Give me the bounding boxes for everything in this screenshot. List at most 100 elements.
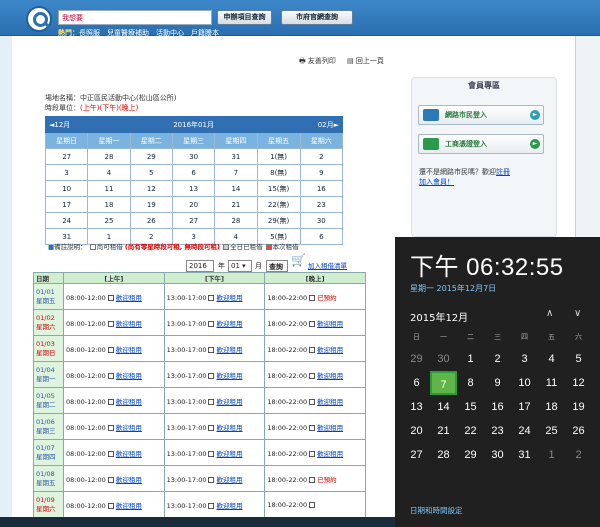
flyout-day[interactable]: 2 [484,347,511,371]
flyout-day[interactable]: 29 [457,443,484,467]
flyout-day[interactable]: 12 [565,371,592,395]
slot-checkbox[interactable] [107,450,114,457]
welcome-rent-link[interactable]: 歡迎租用 [116,450,142,458]
calendar-day[interactable]: 1(無) [256,148,301,165]
slot-checkbox[interactable] [309,398,316,405]
calendar-day[interactable]: 23 [299,196,344,213]
calendar-day[interactable]: 27 [171,212,216,229]
calendar-day[interactable]: 24 [44,212,89,229]
welcome-rent-link[interactable]: 歡迎租用 [116,346,142,354]
welcome-rent-link[interactable]: 歡迎租用 [116,320,142,328]
slot-checkbox[interactable] [107,398,114,405]
slot-checkbox[interactable] [309,320,316,327]
slot-checkbox[interactable] [107,346,114,353]
flyout-day[interactable]: 2 [565,443,592,467]
slot-checkbox[interactable] [309,424,316,431]
welcome-rent-link[interactable]: 歡迎租用 [116,476,142,484]
datetime-settings-link[interactable]: 日期和時間設定 [410,505,463,516]
welcome-rent-link[interactable]: 歡迎租用 [216,424,242,432]
calendar-day[interactable]: 7 [214,164,258,181]
slot-checkbox[interactable] [208,398,215,405]
welcome-rent-link[interactable]: 歡迎租用 [116,424,142,432]
calendar-day[interactable]: 19 [129,196,173,213]
welcome-rent-link[interactable]: 歡迎租用 [216,372,242,380]
slot-checkbox[interactable] [309,372,316,379]
calendar-day[interactable]: 29 [129,148,173,165]
clock-date-link[interactable]: 星期一 2015年12月7日 [410,283,496,294]
flyout-day[interactable]: 19 [565,395,592,419]
slot-checkbox[interactable] [208,320,215,327]
flyout-day[interactable]: 15 [457,395,484,419]
calendar-day[interactable]: 6 [171,164,216,181]
calendar-day[interactable]: 2 [299,148,344,165]
flyout-day[interactable]: 1 [538,443,565,467]
back-link[interactable]: 回上一頁 [356,57,384,65]
welcome-rent-link[interactable]: 歡迎租用 [116,294,142,302]
slot-checkbox[interactable] [107,372,114,379]
calendar-day[interactable]: 17 [44,196,89,213]
flyout-day[interactable]: 6 [403,371,430,395]
slot-checkbox[interactable] [107,424,114,431]
slot-checkbox[interactable] [208,346,215,353]
evening-status[interactable]: 歡迎租用 [317,346,343,354]
flyout-day[interactable]: 22 [457,419,484,443]
flyout-day[interactable]: 16 [484,395,511,419]
flyout-day[interactable]: 31 [511,443,538,467]
welcome-rent-link[interactable]: 歡迎租用 [216,476,242,484]
slot-checkbox[interactable] [208,424,215,431]
slot-checkbox[interactable] [309,294,316,301]
welcome-rent-link[interactable]: 歡迎租用 [216,320,242,328]
flyout-day[interactable]: 21 [430,419,457,443]
calendar-day[interactable]: 30 [171,148,216,165]
slot-checkbox[interactable] [107,320,114,327]
calendar-day[interactable]: 11 [87,180,131,197]
flyout-day[interactable]: 17 [511,395,538,419]
slot-checkbox[interactable] [208,502,215,509]
calendar-day[interactable]: 9 [299,164,344,181]
calendar-day[interactable]: 12 [129,180,173,197]
slot-checkbox[interactable] [309,476,316,483]
flyout-day[interactable]: 23 [484,419,511,443]
slot-checkbox[interactable] [208,294,215,301]
slot-checkbox[interactable] [208,450,215,457]
flyout-day[interactable]: 5 [565,347,592,371]
flyout-day[interactable]: 30 [430,347,457,371]
page-scrollbar[interactable] [575,36,600,237]
city-site-search-button[interactable]: 市府官網查詢 [281,10,353,25]
flyout-day[interactable]: 7 [430,371,457,395]
welcome-rent-link[interactable]: 歡迎租用 [216,450,242,458]
service-search-button[interactable]: 申辦項目查詢 [217,10,272,25]
search-input[interactable]: 我想要 [58,10,212,25]
month-select[interactable]: 01 ▾ [228,260,252,272]
calendar-day[interactable]: 10 [44,180,89,197]
welcome-rent-link[interactable]: 歡迎租用 [216,398,242,406]
welcome-rent-link[interactable]: 歡迎租用 [116,398,142,406]
flyout-day[interactable]: 14 [430,395,457,419]
slot-checkbox[interactable] [309,501,316,508]
flyout-day[interactable]: 3 [511,347,538,371]
flyout-day[interactable]: 9 [484,371,511,395]
welcome-rent-link[interactable]: 歡迎租用 [216,502,242,510]
evening-status[interactable]: 歡迎租用 [317,450,343,458]
calendar-day[interactable]: 4 [87,164,131,181]
flyout-day[interactable]: 11 [538,371,565,395]
slot-checkbox[interactable] [107,502,114,509]
flyout-day[interactable]: 24 [511,419,538,443]
calendar-day[interactable]: 28 [214,212,258,229]
welcome-rent-link[interactable]: 歡迎租用 [116,372,142,380]
calendar-day[interactable]: 20 [171,196,216,213]
welcome-rent-link[interactable]: 歡迎租用 [216,346,242,354]
next-month-down-icon[interactable]: ∨ [574,308,581,319]
flyout-day[interactable]: 1 [457,347,484,371]
flyout-day[interactable]: 4 [538,347,565,371]
welcome-rent-link[interactable]: 歡迎租用 [116,502,142,510]
calendar-day[interactable]: 26 [129,212,173,229]
slot-checkbox[interactable] [208,476,215,483]
flyout-day[interactable]: 20 [403,419,430,443]
calendar-day[interactable]: 29(無) [256,212,301,229]
business-login-button[interactable]: 工商憑證登入 ► [418,134,544,154]
slot-checkbox[interactable] [208,372,215,379]
slot-checkbox[interactable] [309,346,316,353]
query-button[interactable]: 查詢 [266,260,288,272]
evening-status[interactable]: 歡迎租用 [317,372,343,380]
